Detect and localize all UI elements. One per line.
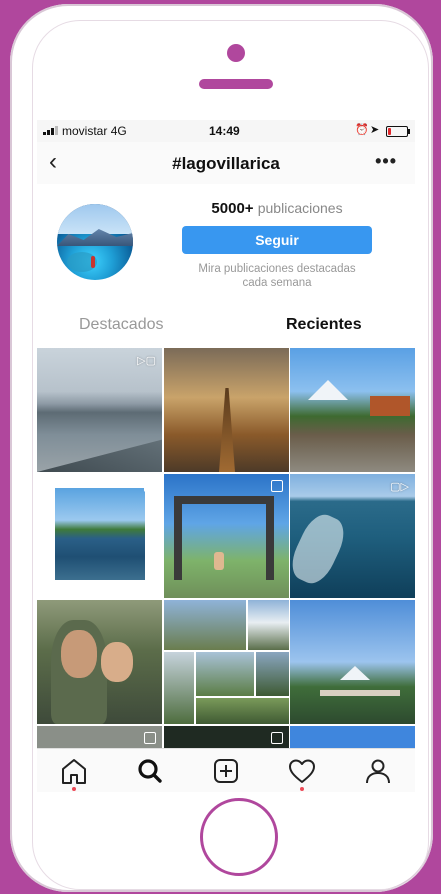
notification-dot — [300, 787, 304, 791]
grid-post[interactable] — [37, 600, 162, 724]
battery-icon — [386, 126, 410, 137]
navigation-bar: ‹ #lagovillarica ••• — [37, 142, 415, 185]
grid-post[interactable] — [290, 726, 415, 748]
grid-post[interactable] — [37, 474, 162, 598]
multiple-photos-icon — [271, 480, 283, 492]
grid-post[interactable] — [164, 600, 289, 724]
tab-featured[interactable]: Destacados — [79, 316, 164, 334]
profile-icon[interactable] — [363, 757, 393, 787]
hashtag-header: 5000+ publicaciones Seguir Mira publicac… — [37, 184, 415, 305]
tab-bar: Destacados Recientes — [37, 304, 415, 346]
grid-post[interactable] — [164, 474, 289, 598]
grid-post[interactable] — [290, 600, 415, 724]
grid-post[interactable] — [37, 726, 162, 748]
page-title: #lagovillarica — [172, 154, 280, 173]
alarm-icon: ⏰ — [355, 124, 369, 136]
grid-post[interactable] — [290, 348, 415, 472]
app-screen: movistar 4G 14:49 ⏰ ➤ ‹ #lagovillarica •… — [37, 120, 415, 792]
post-count-value: 5000+ — [211, 200, 254, 217]
status-time: 14:49 — [209, 124, 240, 138]
notification-dot — [72, 787, 76, 791]
front-camera — [227, 44, 245, 62]
post-count: 5000+ publicaciones — [177, 200, 377, 217]
post-grid: ▷▢ ▢▷ — [37, 348, 415, 748]
home-icon[interactable] — [59, 757, 89, 791]
multiple-photos-icon — [271, 732, 283, 744]
location-icon: ➤ — [370, 124, 380, 136]
signal-icon — [43, 126, 58, 135]
tab-recent[interactable]: Recientes — [286, 316, 362, 334]
grid-post[interactable] — [164, 348, 289, 472]
network-type: 4G — [110, 124, 127, 138]
multiple-photos-icon — [144, 480, 156, 492]
post-count-label: publicaciones — [257, 200, 343, 216]
grid-post[interactable] — [164, 726, 289, 748]
add-icon[interactable] — [211, 757, 241, 787]
search-icon[interactable] — [135, 757, 165, 787]
bottom-tab-bar — [37, 748, 415, 792]
carrier-name: movistar — [62, 124, 108, 138]
follow-hint: Mira publicaciones destacadas cada seman… — [198, 263, 356, 289]
grid-post[interactable]: ▷▢ — [37, 348, 162, 472]
video-icon: ▢▷ — [390, 481, 409, 493]
follow-button[interactable]: Seguir — [182, 226, 372, 254]
multiple-photos-icon — [144, 732, 156, 744]
home-button[interactable] — [200, 798, 278, 876]
status-bar: movistar 4G 14:49 ⏰ ➤ — [37, 120, 415, 142]
hashtag-avatar — [57, 204, 133, 280]
more-options-icon[interactable]: ••• — [375, 151, 397, 172]
video-icon: ▷▢ — [137, 355, 156, 367]
earpiece-speaker — [199, 79, 273, 89]
heart-icon[interactable] — [287, 757, 317, 791]
grid-post[interactable]: ▢▷ — [290, 474, 415, 598]
